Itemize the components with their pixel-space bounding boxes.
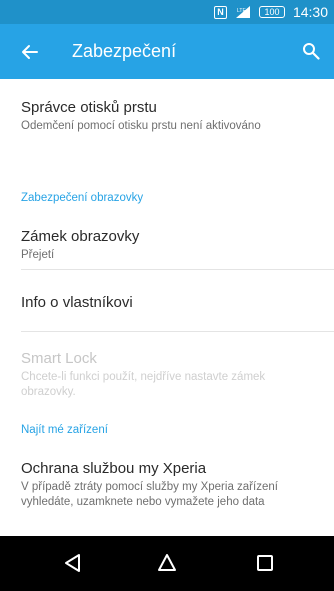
recents-icon[interactable] [254,552,276,574]
list-item-owner-info[interactable]: Info o vlastníkovi [21,293,322,312]
status-bar: N LTE 100 14:30 [0,0,334,24]
item-title: Smart Lock [21,350,97,367]
svg-text:LTE: LTE [237,8,246,14]
item-title: Správce otisků prstu [21,99,157,116]
list-item-smart-lock: Smart Lock Chcete-li funkci použít, nejd… [21,349,322,400]
section-header-screen-security: Zabezpečení obrazovky [21,192,144,204]
item-summary: Odemčení pomocí otisku prstu není aktivo… [21,120,261,132]
search-icon[interactable] [302,42,320,60]
status-time: 14:30 [292,4,328,20]
divider [21,331,334,332]
item-summary: Chcete-li funkci použít, nejdříve nastav… [21,371,266,398]
nfc-icon: N [213,5,227,19]
arrow-back-icon[interactable] [20,42,40,62]
page-title: Zabezpečení [72,41,177,61]
battery-icon: 100 [258,6,285,18]
home-icon[interactable] [156,552,178,574]
item-title: Zámek obrazovky [21,228,140,245]
navigation-bar [0,536,334,591]
item-title: Info o vlastníkovi [21,294,133,311]
triangle-back-icon[interactable] [62,552,84,574]
app-bar: Zabezpečení [0,24,334,79]
list-item-my-xperia-protection[interactable]: Ochrana službou my Xperia V případě ztrá… [21,459,322,510]
list-item-fingerprint-manager[interactable]: Správce otisků prstu Odemčení pomocí oti… [21,98,322,134]
item-title: Ochrana službou my Xperia [21,460,207,477]
item-summary: Přejetí [21,249,55,261]
list-item-screen-lock[interactable]: Zámek obrazovky Přejetí [21,227,322,263]
item-summary: V případě ztráty pomocí služby my Xperia… [21,481,278,508]
signal-icon: LTE [235,6,250,18]
divider [21,269,334,270]
settings-list: Správce otisků prstu Odemčení pomocí oti… [0,79,334,536]
section-header-find-my-device: Najít mé zařízení [21,424,108,436]
